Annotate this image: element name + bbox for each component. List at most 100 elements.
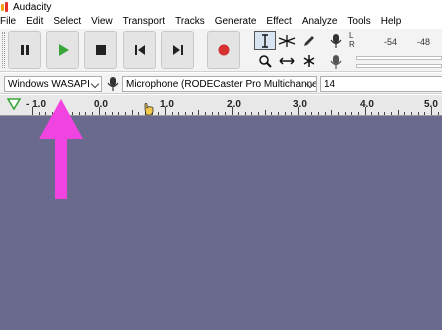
ruler-tick [112,112,113,115]
ruler-label: 1.0 [160,99,174,110]
ruler-tick [331,110,332,115]
skip-to-start-button[interactable] [123,31,156,69]
toolbar-grip[interactable] [2,32,5,68]
audio-host-select[interactable]: Windows WASAPI [4,76,102,92]
ruler-tick [418,112,419,115]
menu-select[interactable]: Select [53,16,86,27]
ruler-tick [138,112,139,115]
ruler-tick [225,112,226,115]
microphone-icon [107,77,119,91]
draw-tool[interactable] [298,31,320,50]
ruler-tick [285,112,286,115]
ruler-tick [125,112,126,115]
ruler-tick [291,112,292,115]
ruler-tick [278,112,279,115]
menu-file[interactable]: File [0,16,21,27]
menu-analyze[interactable]: Analyze [302,16,343,27]
device-toolbar: Windows WASAPI Microphone (RODECaster Pr… [0,73,442,94]
ruler-label: 3.0 [293,99,307,110]
left-channel-label: L [349,31,354,40]
menu-tracks[interactable]: Tracks [175,16,210,27]
multi-tool[interactable] [298,51,320,70]
ruler-tick [218,112,219,115]
meter-scale-label: -54 [384,37,398,47]
ruler-tick [118,112,119,115]
ruler-label: 4.0 [360,99,374,110]
meter-scale-label: -48 [417,37,431,47]
menu-tools[interactable]: Tools [347,16,375,27]
ruler-tick [165,107,166,115]
ruler-tick [198,110,199,115]
right-channel-label: R [349,40,355,49]
recording-channels-select[interactable]: 14 [320,76,442,92]
menu-generate[interactable]: Generate [215,16,262,27]
play-icon [58,44,69,56]
ruler-tick [178,112,179,115]
menu-edit[interactable]: Edit [26,16,48,27]
ruler-tick [311,112,312,115]
main-toolbar: L R -54 -48 [0,29,442,72]
zoom-tool[interactable] [254,51,276,70]
tools-toolbar [252,30,322,71]
microphone-icon [330,34,342,48]
ruler-tick [258,112,259,115]
envelope-icon [278,34,296,47]
meter-toolbar: L R -54 -48 [326,30,442,71]
playback-meter[interactable] [346,53,442,72]
ruler-tick [192,112,193,115]
record-icon [218,44,229,56]
ruler-tick [271,112,272,115]
ruler-tick [398,110,399,115]
ruler-label: 0.0 [94,99,108,110]
ruler-tick [378,112,379,115]
play-button[interactable] [46,31,79,69]
play-head-triangle-icon[interactable] [7,98,21,110]
time-shift-tool[interactable] [276,51,298,70]
skip-to-end-button[interactable] [161,31,194,69]
ruler-tick [132,110,133,115]
ruler-tick [384,112,385,115]
ruler-tick [391,112,392,115]
recording-device-value: Microphone (RODECaster Pro Multichannel) [126,78,317,90]
ruler-tick [338,112,339,115]
audacity-logo-icon [1,2,11,12]
pause-button[interactable] [8,31,41,69]
ruler-tick [158,112,159,115]
menu-bar: File Edit Select View Transport Tracks G… [0,14,442,29]
ruler-tick [351,112,352,115]
ruler-tick [265,110,266,115]
record-meter[interactable]: L R -54 -48 [346,31,442,50]
ruler-tick [232,107,233,115]
ruler-tick [318,112,319,115]
stop-icon [95,45,106,55]
ruler-tick [32,107,33,115]
ruler-tick [358,112,359,115]
ruler-tick [172,112,173,115]
pause-icon [20,45,29,55]
speaker-icon [330,55,342,69]
pencil-icon [304,35,314,46]
selection-tool[interactable] [254,31,276,50]
hand-cursor-icon [144,102,154,116]
ruler-tick [92,112,93,115]
ruler-tick [371,112,372,115]
ruler-tick [105,112,106,115]
record-button[interactable] [207,31,240,69]
menu-help[interactable]: Help [381,16,407,27]
stop-button[interactable] [84,31,117,69]
menu-view[interactable]: View [91,16,118,27]
ruler-tick [424,112,425,115]
asterisk-icon [303,54,315,67]
ruler-tick [298,107,299,115]
skip-to-end-icon [172,45,183,55]
envelope-tool[interactable] [276,31,298,50]
magnifier-icon [259,54,272,68]
audio-host-value: Windows WASAPI [8,78,90,90]
recording-device-select[interactable]: Microphone (RODECaster Pro Multichannel) [122,76,317,92]
ruler-tick [238,112,239,115]
ruler-label: 2.0 [227,99,241,110]
ruler-tick [345,112,346,115]
menu-effect[interactable]: Effect [266,16,296,27]
menu-transport[interactable]: Transport [123,16,170,27]
ruler-tick [85,112,86,115]
